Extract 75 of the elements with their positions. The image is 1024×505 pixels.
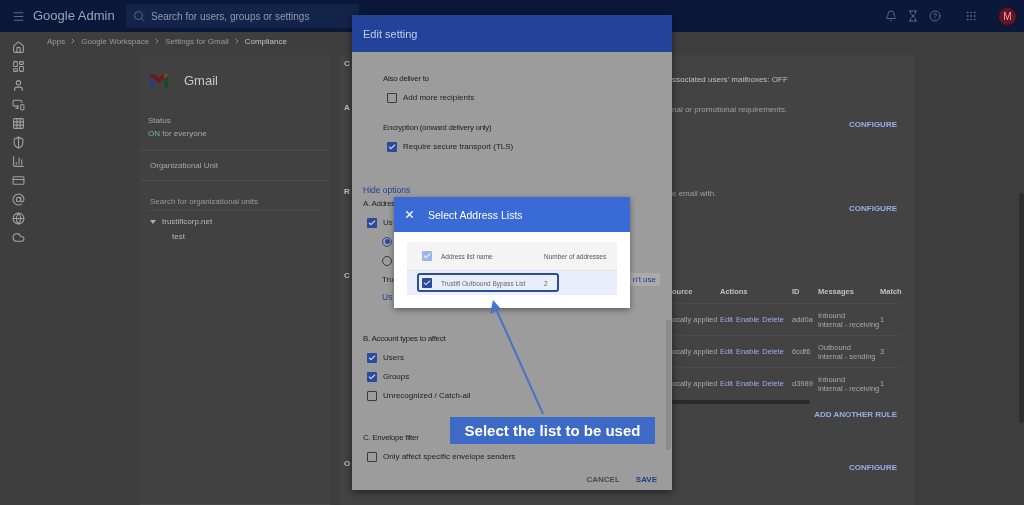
help-icon[interactable] [929,10,941,22]
checkbox[interactable] [367,352,377,363]
hourglass-icon[interactable] [907,10,919,22]
callout-banner: Select the list to be used [450,417,655,444]
checkbox-label: Unrecognized / Catch-all [383,391,471,400]
bell-icon[interactable] [885,10,897,22]
caret-icon[interactable] [150,219,156,224]
menu-icon[interactable] [12,9,25,23]
hide-options-link[interactable]: Hide options [363,181,411,199]
setting-description: nal or promotional requirements. [672,105,789,114]
setting-description: e email with. [672,189,718,198]
cloud-icon[interactable] [11,231,25,244]
search-icon [133,10,145,22]
checkbox[interactable] [422,278,432,288]
checkbox[interactable] [422,251,432,261]
shield-icon[interactable] [11,136,25,149]
product-name: Google Admin [33,8,116,24]
section-heading: B. Account types to affect [363,333,446,345]
checkbox[interactable] [387,141,397,152]
configure-link[interactable]: CONFIGURE [849,463,897,472]
ou-heading: Organizational Unit [140,150,330,181]
grid-icon[interactable] [11,117,25,130]
bar-chart-icon[interactable] [11,155,25,168]
ou-search-field[interactable]: Search for organizational units [148,193,322,211]
checkbox[interactable] [387,92,397,103]
checkbox-label: Require secure transport (TLS) [403,142,514,151]
devices-icon[interactable] [11,98,25,111]
section-heading: C. Envelope filter [363,432,419,444]
checkbox[interactable] [367,451,377,462]
status-value: ON for everyone [148,129,208,138]
checkbox-label: Us [383,218,393,227]
option-link[interactable]: Us [382,288,393,306]
setting-text: ssociated users' mailboxes: OFF [672,75,789,84]
apps-icon[interactable] [965,10,977,22]
checkbox-label: Users [383,353,404,362]
setting-title: A [344,102,351,113]
app-name: Gmail [184,73,218,88]
at-sign-icon[interactable] [11,193,25,206]
tree-item[interactable]: trustificorp.net [162,217,213,226]
avatar[interactable]: M [999,7,1016,25]
configure-link[interactable]: CONFIGURE [849,204,897,213]
section-heading: Encryption (onward delivery only) [383,122,492,134]
breadcrumb-link[interactable]: Compliance [244,36,287,46]
checkbox-label: Only affect specific envelope senders [383,452,516,461]
dialog-scrollbar[interactable] [666,320,671,450]
checkbox[interactable] [367,217,377,228]
m-logo-icon [150,73,168,88]
setting-title: R [344,186,351,197]
dialog-button[interactable]: SAVE [635,474,657,484]
credit-card-icon[interactable] [11,174,25,187]
checkbox-label: Groups [383,372,410,381]
checkbox-label: Add more recipients [403,93,475,102]
dashboard-icon[interactable] [11,60,25,73]
configure-link[interactable]: CONFIGURE [849,120,897,129]
home-icon[interactable] [11,41,25,54]
option-text: Tru [382,274,394,284]
section-heading: Also deliver to [383,73,429,85]
setting-title: O [344,458,352,469]
close-icon[interactable] [404,209,415,220]
setting-title: C [344,270,351,281]
dialog-button[interactable]: CANCEL [586,474,620,484]
person-icon[interactable] [11,79,25,92]
breadcrumb-link[interactable]: Settings for Gmail [165,36,229,46]
breadcrumb-link[interactable]: Google Workspace [81,36,150,46]
tree-item[interactable]: test [172,232,185,241]
setting-title: C [344,58,351,69]
checkbox[interactable] [367,371,377,382]
dialog-title: Select Address Lists [428,208,523,221]
breadcrumb-link[interactable]: Apps [47,36,66,46]
globe-icon[interactable] [11,212,25,225]
status-label: Status [148,116,172,125]
dialog-title: Edit setting [363,27,418,40]
configure-link[interactable]: ADD ANOTHER RULE [814,410,897,419]
search-field[interactable]: Search for users, groups or settings [126,4,359,28]
checkbox[interactable] [367,390,377,401]
